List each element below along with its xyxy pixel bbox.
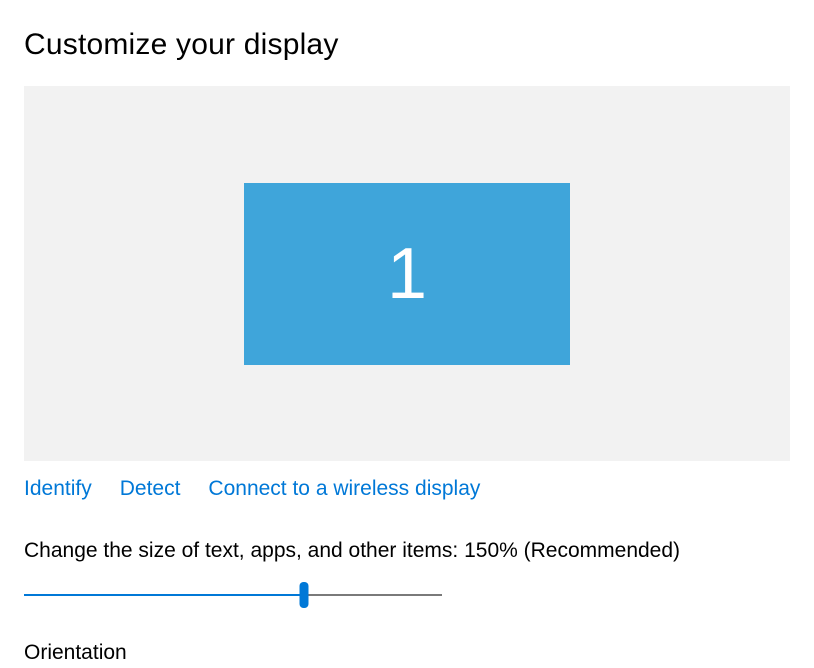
detect-link[interactable]: Detect [120, 477, 181, 501]
monitor-number: 1 [387, 233, 427, 315]
connect-wireless-link[interactable]: Connect to a wireless display [208, 477, 480, 501]
scale-label: Change the size of text, apps, and other… [24, 539, 790, 563]
display-preview-area: 1 [24, 86, 790, 461]
monitor-thumbnail[interactable]: 1 [244, 183, 570, 365]
scale-slider[interactable] [24, 583, 442, 607]
page-title: Customize your display [24, 28, 790, 62]
slider-thumb [300, 582, 309, 608]
orientation-label: Orientation [24, 641, 790, 665]
display-actions-row: Identify Detect Connect to a wireless di… [24, 477, 790, 501]
identify-link[interactable]: Identify [24, 477, 92, 501]
slider-fill [24, 594, 304, 596]
